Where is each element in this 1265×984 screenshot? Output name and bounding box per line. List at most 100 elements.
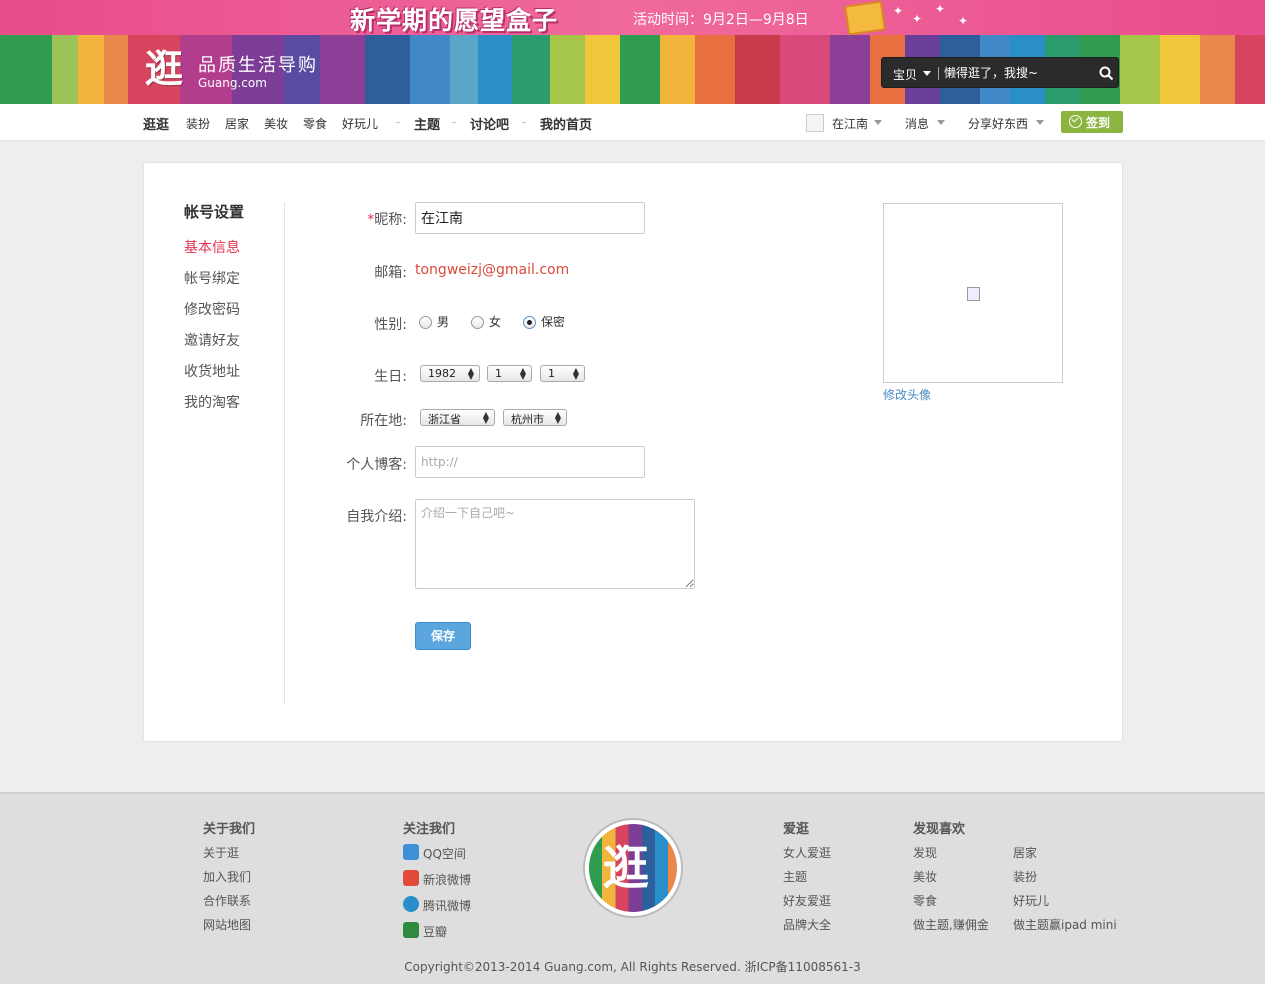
user-menu[interactable]: 在江南 <box>832 115 868 132</box>
province-select[interactable]: 浙江省 ▲ ▼ <box>420 409 495 426</box>
footer-link[interactable]: 品牌大全 <box>783 916 831 933</box>
select-arrows-icon: ▲ ▼ <box>467 366 474 381</box>
sidebar-item-shipping-address[interactable]: 收货地址 <box>184 361 240 381</box>
footer-link[interactable]: 美妆 <box>913 868 937 885</box>
footer-link[interactable]: 居家 <box>1013 844 1037 861</box>
footer-logo: 逛 <box>585 820 681 916</box>
sidebar-divider <box>284 203 285 703</box>
gender-female-label: 女 <box>489 315 502 329</box>
gender-radio-secret[interactable] <box>523 316 536 329</box>
footer-logo-glyph: 逛 <box>603 841 649 895</box>
birth-day-select[interactable]: 1 ▲ ▼ <box>540 365 585 382</box>
site-header: 逛 品质生活导购 Guang.com 宝贝 <box>0 35 1265 104</box>
checkin-label: 签到 <box>1086 116 1111 130</box>
footer-link[interactable]: 做主题,赚佣金 <box>913 916 989 933</box>
checkin-button[interactable]: 签到 <box>1061 111 1123 133</box>
nav-item-meizhuang[interactable]: 美妆 <box>264 115 288 132</box>
footer-link[interactable]: 主题 <box>783 868 807 885</box>
footer-follow-title: 关注我们 <box>403 822 456 837</box>
settings-panel: 帐号设置 基本信息 帐号绑定 修改密码 邀请好友 收货地址 我的淘客 *昵称: … <box>143 162 1123 742</box>
nav-item-zhuangban[interactable]: 装扮 <box>186 115 210 132</box>
footer-about-title: 关于我们 <box>203 822 256 837</box>
share-menu[interactable]: 分享好东西 <box>968 115 1028 132</box>
chevron-down-icon <box>923 71 931 76</box>
nickname-field[interactable] <box>415 202 645 234</box>
footer-discover-title: 发现喜欢 <box>913 822 966 837</box>
nav-item-guangguang[interactable]: 逛逛 <box>143 114 169 133</box>
blog-label: 个人博客: <box>346 457 407 473</box>
nav-divider: - <box>396 115 401 129</box>
user-avatar[interactable] <box>806 114 824 132</box>
sidebar-item-basic-info[interactable]: 基本信息 <box>184 237 240 257</box>
star-icon: ✦ <box>893 4 904 18</box>
email-label: 邮箱: <box>374 265 407 281</box>
nav-item-jujia[interactable]: 居家 <box>225 115 249 132</box>
footer-link-weibo[interactable]: 新浪微博 <box>423 871 471 888</box>
search-category-select[interactable]: 宝贝 <box>893 66 917 83</box>
star-icon: ✦ <box>912 12 923 26</box>
change-avatar-link[interactable]: 修改头像 <box>883 386 931 403</box>
footer-link[interactable]: 合作联系 <box>203 892 251 909</box>
footer-link-douban[interactable]: 豆瓣 <box>423 923 447 940</box>
footer-link[interactable]: 女人爱逛 <box>783 844 831 861</box>
footer-link[interactable]: 网站地图 <box>203 916 251 933</box>
footer-link-qzone[interactable]: QQ空间 <box>423 845 466 862</box>
gender-male-label: 男 <box>437 315 450 329</box>
search-input[interactable] <box>944 63 1089 83</box>
chevron-down-icon <box>937 120 945 125</box>
sidebar-item-my-taoke[interactable]: 我的淘客 <box>184 392 240 412</box>
gender-radio-female[interactable] <box>471 316 484 329</box>
birth-year-value: 1982 <box>428 367 456 380</box>
footer-link[interactable]: 关于逛 <box>203 844 239 861</box>
gender-secret-label: 保密 <box>541 315 566 329</box>
sidebar-item-account-binding[interactable]: 帐号绑定 <box>184 268 240 288</box>
footer-link[interactable]: 发现 <box>913 844 937 861</box>
select-arrows-icon: ▲ ▼ <box>554 410 561 425</box>
birth-month-value: 1 <box>495 367 502 380</box>
gender-radio-male[interactable] <box>419 316 432 329</box>
select-arrows-icon: ▲ ▼ <box>572 366 579 381</box>
site-domain: Guang.com <box>198 76 267 90</box>
city-select[interactable]: 杭州市 ▲ ▼ <box>503 409 567 426</box>
nav-divider: - <box>522 115 527 129</box>
intro-textarea[interactable] <box>415 499 695 589</box>
footer-link[interactable]: 好玩儿 <box>1013 892 1049 909</box>
sidebar-item-change-password[interactable]: 修改密码 <box>184 299 240 319</box>
promo-banner[interactable]: 新学期的愿望盒子 活动时间：9月2日—9月8日 ✦ ✦ ✦ ✦ <box>0 0 1265 35</box>
check-circle-icon <box>1069 115 1082 128</box>
footer-link-tencent-weibo[interactable]: 腾讯微博 <box>423 897 471 914</box>
messages-menu[interactable]: 消息 <box>905 115 929 132</box>
footer-link[interactable]: 装扮 <box>1013 868 1037 885</box>
nav-item-haowaner[interactable]: 好玩儿 <box>342 115 378 132</box>
footer-link[interactable]: 零食 <box>913 892 937 909</box>
birth-year-select[interactable]: 1982 ▲ ▼ <box>420 365 480 382</box>
footer-link[interactable]: 好友爱逛 <box>783 892 831 909</box>
sidebar-title: 帐号设置 <box>184 203 245 221</box>
footer-link[interactable]: 加入我们 <box>203 868 251 885</box>
site-footer: 关于我们 关于逛 加入我们 合作联系 网站地图 关注我们 QQ空间 新浪微博 腾… <box>0 792 1265 984</box>
nav-item-discuss[interactable]: 讨论吧 <box>470 114 509 133</box>
sidebar-item-invite-friends[interactable]: 邀请好友 <box>184 330 240 350</box>
qzone-icon <box>403 844 419 860</box>
douban-icon <box>403 922 419 938</box>
province-value: 浙江省 <box>428 413 461 426</box>
city-value: 杭州市 <box>511 413 544 426</box>
gender-label: 性别: <box>374 317 407 333</box>
blog-field[interactable] <box>415 446 645 478</box>
select-arrows-icon: ▲ ▼ <box>519 366 526 381</box>
nav-item-lingshi[interactable]: 零食 <box>303 115 327 132</box>
nav-item-myhome[interactable]: 我的首页 <box>540 114 592 133</box>
search-icon[interactable] <box>1099 66 1114 81</box>
gift-box-icon <box>844 0 886 35</box>
site-logo[interactable]: 逛 <box>145 50 183 88</box>
save-button[interactable]: 保存 <box>415 622 471 650</box>
email-value: tongweizj@gmail.com <box>415 262 570 278</box>
nav-item-topic[interactable]: 主题 <box>414 114 440 133</box>
header-search: 宝贝 <box>881 57 1119 88</box>
star-icon: ✦ <box>958 14 969 28</box>
footer-link[interactable]: 做主题赢ipad mini <box>1013 916 1117 933</box>
weibo-icon <box>403 870 419 886</box>
birth-month-select[interactable]: 1 ▲ ▼ <box>487 365 532 382</box>
main-nav: 逛逛 装扮 居家 美妆 零食 好玩儿 - 主题 - 讨论吧 - 我的首页 在江南… <box>0 104 1265 141</box>
site-slogan: 品质生活导购 <box>198 55 318 76</box>
